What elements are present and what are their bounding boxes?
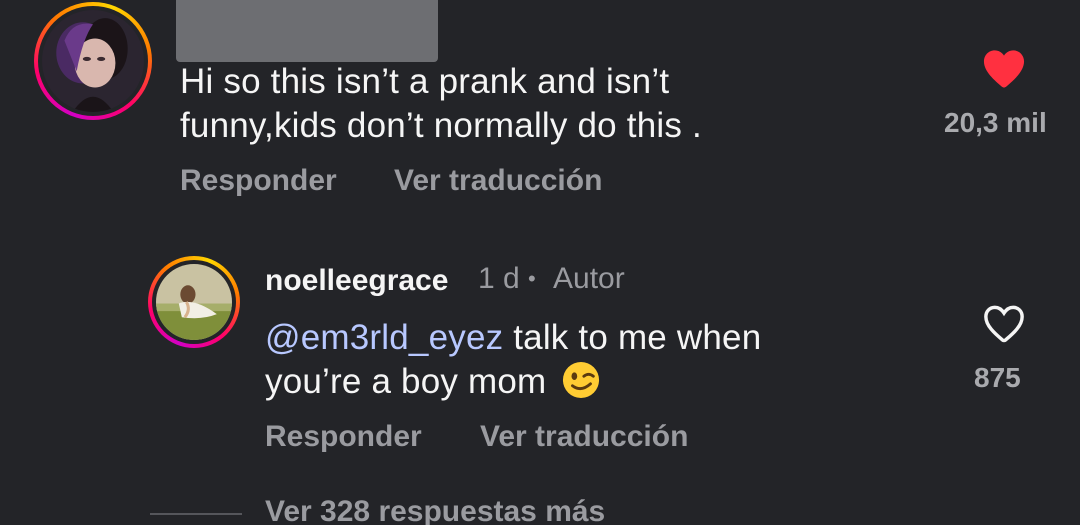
reply-username[interactable]: noelleegrace (265, 264, 448, 298)
like-count: 875 (974, 362, 1021, 393)
like-count: 20,3 mil (944, 107, 1047, 138)
avatar[interactable] (42, 10, 144, 112)
profile-photo-icon (42, 10, 144, 112)
reply-text-line-1: @em3rld_eyez talk to me when (265, 316, 761, 360)
meta-separator: • (528, 266, 536, 291)
commenter-avatar-ring[interactable] (34, 2, 152, 120)
winking-face-icon (563, 361, 600, 399)
translate-button[interactable]: Ver traducción (394, 164, 602, 198)
reply-button[interactable]: Responder (265, 420, 422, 454)
media-preview[interactable] (176, 0, 438, 62)
author-badge: Autor (553, 262, 625, 295)
like-heart-outline-icon[interactable] (981, 302, 1027, 344)
replies-divider (150, 513, 242, 515)
author-avatar-ring[interactable] (148, 256, 240, 348)
reply-button[interactable]: Responder (180, 164, 337, 198)
avatar[interactable] (156, 264, 232, 340)
comments-panel: Hi so this isn’t a prank and isn’t funny… (0, 0, 1080, 525)
reply-text-line-2: you’re a boy mom (265, 360, 600, 404)
view-more-replies-button[interactable]: Ver 328 respuestas más (265, 495, 605, 525)
like-heart-filled-icon[interactable] (981, 47, 1027, 89)
comment-text-line-2: funny,kids don’t normally do this . (180, 106, 702, 145)
reply-text-rest: talk to me when (503, 318, 762, 357)
reply-text-line-2-text: you’re a boy mom (265, 362, 547, 401)
profile-photo-icon (156, 264, 232, 340)
comment-text-line-1: Hi so this isn’t a prank and isn’t (180, 62, 670, 101)
reply-timestamp: 1 d (478, 262, 520, 295)
translate-button[interactable]: Ver traducción (480, 420, 688, 454)
mention-link[interactable]: @em3rld_eyez (265, 318, 503, 357)
